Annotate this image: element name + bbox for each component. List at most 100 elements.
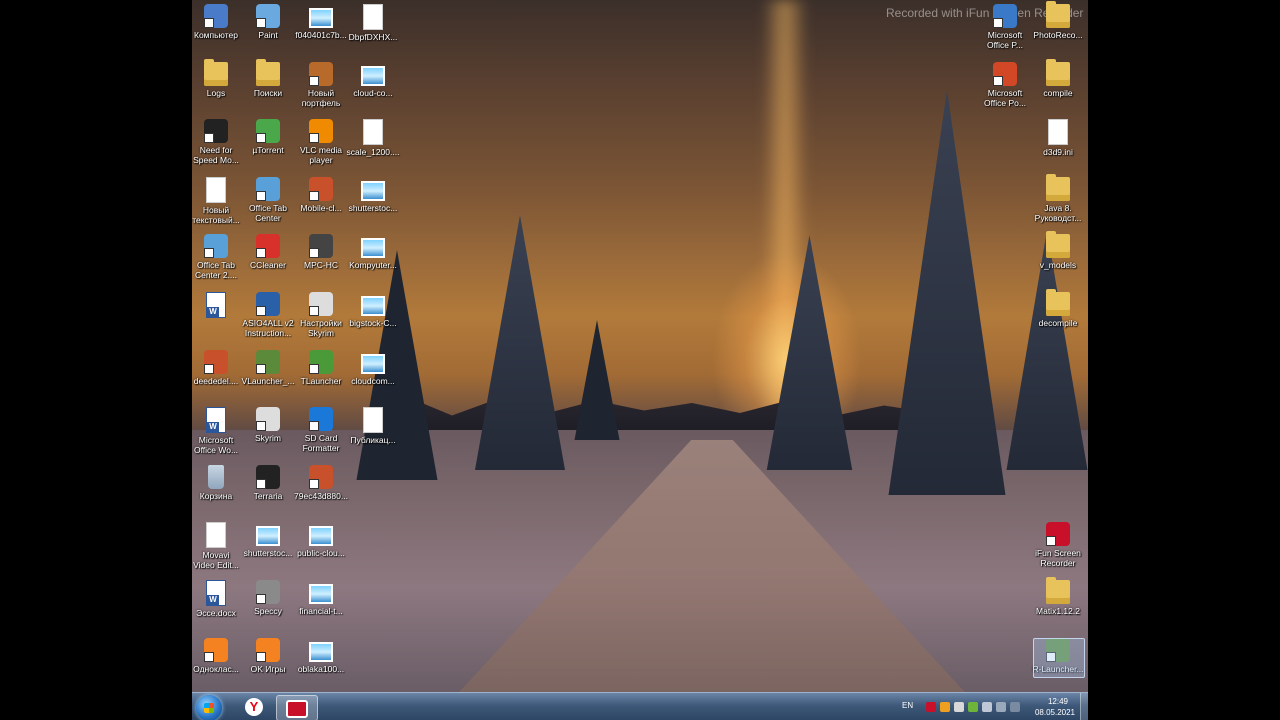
- desktop-icon-label: DbpfDXHX...: [348, 32, 398, 42]
- desktop-icon[interactable]: Публикац...: [344, 403, 402, 445]
- desktop-icon[interactable]: TLauncher: [292, 346, 350, 386]
- desktop-icon[interactable]: Matix1.12.2: [1029, 576, 1087, 616]
- image-file-icon: [361, 238, 385, 258]
- desktop-icon[interactable]: Новый портфель: [292, 58, 350, 108]
- desktop-icon[interactable]: Mobile-cl...: [292, 173, 350, 213]
- desktop-icon[interactable]: Настройки Skyrim: [292, 288, 350, 338]
- desktop-icon[interactable]: OK Игры: [239, 634, 297, 674]
- desktop-icon[interactable]: Need for Speed Mo...: [192, 115, 245, 165]
- ifun-tray-icon[interactable]: [926, 702, 936, 712]
- desktop-icon-label: Microsoft Office Wo...: [193, 435, 239, 455]
- skyrim-icon: [256, 407, 280, 431]
- publication-icon: [363, 407, 383, 433]
- desktop-icon[interactable]: Поиски: [239, 58, 297, 98]
- ok-games-icon: [256, 638, 280, 662]
- desktop-icon[interactable]: Logs: [192, 58, 245, 98]
- desktop-icon[interactable]: oblaka100...: [292, 634, 350, 674]
- desktop-icon[interactable]: decompile: [1029, 288, 1087, 328]
- desktop-icon[interactable]: public-clou...: [292, 518, 350, 558]
- desktop-icon[interactable]: cloudcom...: [344, 346, 402, 386]
- folder-icon: [1046, 289, 1070, 316]
- desktop-icon[interactable]: VLauncher_...: [239, 346, 297, 386]
- desktop-icon[interactable]: VLC media player: [292, 115, 350, 165]
- desktop-icon[interactable]: compile: [1029, 58, 1087, 98]
- desktop-icon[interactable]: Новый текстовый...: [192, 173, 245, 225]
- desktop-icon[interactable]: Microsoft Office Wo...: [192, 403, 245, 455]
- clock-date[interactable]: 08.05.2021: [1030, 708, 1080, 717]
- desktop-icon-label: PhotoReco...: [1033, 30, 1083, 40]
- desktop-icon[interactable]: µTorrent: [239, 115, 297, 155]
- briefcase-icon: [309, 62, 333, 86]
- desktop-icon[interactable]: PhotoReco...: [1029, 0, 1087, 40]
- odnoklassniki-tray-icon[interactable]: [940, 702, 950, 712]
- desktop-icon[interactable]: deededel....: [192, 346, 245, 386]
- wallpaper-tree: [888, 90, 1006, 495]
- desktop-icon[interactable]: 79ec43d880...: [292, 461, 350, 501]
- desktop-icon-label: Speccy: [254, 606, 282, 616]
- desktop-icon[interactable]: Корзина: [192, 461, 245, 501]
- desktop-icon[interactable]: MPC-HC: [292, 230, 350, 270]
- desktop-icon[interactable]: Office Tab Center: [239, 173, 297, 223]
- desktop-icon[interactable]: Одноклас...: [192, 634, 245, 674]
- desktop-icon[interactable]: cloud-co...: [344, 58, 402, 98]
- tray-app-icon[interactable]: [954, 702, 964, 712]
- desktop-icon[interactable]: iFun Screen Recorder: [1029, 518, 1087, 568]
- desktop-icon-label: iFun Screen Recorder: [1035, 548, 1081, 568]
- desktop-icon[interactable]: Эссе.docx: [192, 576, 245, 618]
- desktop-icon[interactable]: d3d9.ini: [1029, 115, 1087, 157]
- start-button[interactable]: [196, 695, 222, 720]
- desktop-icon[interactable]: Java 8. Руководст...: [1029, 173, 1087, 223]
- desktop-icon[interactable]: v_models: [1029, 230, 1087, 270]
- desktop-icon-label: SD Card Formatter: [302, 433, 340, 453]
- desktop-icon-label: TLauncher: [300, 376, 342, 386]
- desktop-icon[interactable]: SD Card Formatter: [292, 403, 350, 453]
- network-icon[interactable]: [968, 702, 978, 712]
- desktop-icon-label: Office Tab Center: [249, 203, 287, 223]
- action-center-icon[interactable]: [996, 702, 1006, 712]
- show-desktop-button[interactable]: [1080, 693, 1088, 720]
- desktop-icon-label: cloud-co...: [353, 88, 393, 98]
- office-picture-icon: [993, 4, 1017, 28]
- desktop-icon-label: Office Tab Center 2....: [194, 260, 238, 280]
- desktop-icon[interactable]: ASIO4ALL v2 Instruction...: [239, 288, 297, 338]
- desktop-icon[interactable]: Terraria: [239, 461, 297, 501]
- desktop-icon[interactable]: Компьютер: [192, 0, 245, 40]
- desktop-icon-label: Компьютер: [194, 30, 238, 40]
- desktop-icon[interactable]: bigstock-C...: [344, 288, 402, 328]
- desktop-icon[interactable]: CCleaner: [239, 230, 297, 270]
- folder-icon: [1046, 59, 1070, 86]
- desktop-icon[interactable]: Paint: [239, 0, 297, 40]
- show-hidden-icons-icon[interactable]: [1010, 702, 1020, 712]
- desktop-icon[interactable]: Movavi Video Edit...: [192, 518, 245, 570]
- desktop-icon-label: Настройки Skyrim: [300, 318, 342, 338]
- desktop-icon-label: µTorrent: [252, 145, 284, 155]
- utorrent-icon: [256, 119, 280, 143]
- computer-icon: [204, 4, 228, 28]
- volume-icon[interactable]: [982, 702, 992, 712]
- taskbar-ifun-recorder[interactable]: [276, 695, 318, 720]
- desktop[interactable]: Recorded with iFun Screen Recorder Компь…: [192, 0, 1088, 720]
- desktop-icon[interactable]: [192, 288, 245, 320]
- desktop-icon[interactable]: scale_1200....: [344, 115, 402, 157]
- desktop-icon[interactable]: financial-t...: [292, 576, 350, 616]
- taskbar-yandex-browser[interactable]: Y: [234, 695, 274, 719]
- desktop-icon[interactable]: Speccy: [239, 576, 297, 616]
- desktop-icon-label: Эссе.docx: [196, 608, 236, 618]
- terraria-icon: [256, 465, 280, 489]
- wallpaper-tree: [475, 215, 565, 470]
- desktop-icon[interactable]: Skyrim: [239, 403, 297, 443]
- desktop-icon-label: d3d9.ini: [1043, 147, 1073, 157]
- desktop-icon[interactable]: f040401c7b...: [292, 0, 350, 40]
- asio-icon: [256, 292, 280, 316]
- desktop-icon[interactable]: Microsoft Office P...: [976, 0, 1034, 50]
- desktop-icon[interactable]: shutterstoc...: [239, 518, 297, 558]
- desktop-icon[interactable]: Microsoft Office Po...: [976, 58, 1034, 108]
- image-file-icon: [256, 526, 280, 546]
- clock-time[interactable]: 12:49: [1038, 697, 1078, 706]
- desktop-icon[interactable]: DbpfDXHX...: [344, 0, 402, 42]
- language-indicator[interactable]: EN: [902, 701, 913, 710]
- desktop-icon[interactable]: Office Tab Center 2....: [192, 230, 245, 280]
- desktop-icon[interactable]: Kompyuter...: [344, 230, 402, 270]
- desktop-icon-label: Java 8. Руководст...: [1034, 203, 1082, 223]
- desktop-icon[interactable]: shutterstoc...: [344, 173, 402, 213]
